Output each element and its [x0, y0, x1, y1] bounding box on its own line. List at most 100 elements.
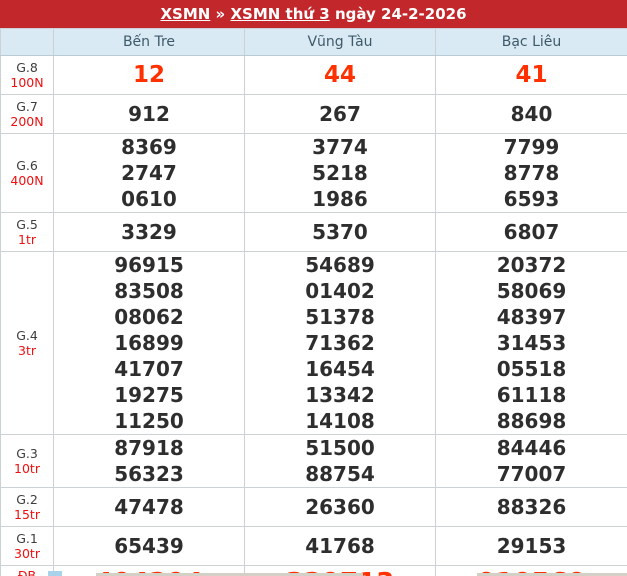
prize-row: G.7 200N 912 267 840 — [0, 94, 627, 134]
result-number: 88698 — [496, 409, 567, 433]
result-number: 6807 — [503, 220, 560, 244]
result-number: 0610 — [121, 187, 177, 211]
prize-row: G.4 3tr 96915 83508 08062 16899 41707 19275 1125… — [0, 251, 627, 435]
prize-row: G.3 10tr 87918 56323 51500 88754 84446 77007 — [0, 434, 627, 488]
result-cell: 7799 8778 6593 — [435, 133, 627, 213]
result-number: 6593 — [503, 187, 560, 211]
prize-amount: 1tr — [18, 232, 36, 247]
result-number: 16454 — [305, 357, 375, 381]
result-cell: 29153 — [435, 526, 627, 566]
result-number: 88326 — [496, 495, 567, 519]
result-number: 01402 — [305, 279, 375, 303]
result-number: 54689 — [305, 253, 375, 277]
xsmn-weekday-link[interactable]: XSMN thứ 3 — [230, 5, 329, 23]
result-number: 61118 — [496, 383, 567, 407]
prize-label-cell: G.1 30tr — [0, 526, 54, 566]
result-number: 912 — [128, 102, 170, 126]
results-table: Bến Tre Vũng Tàu Bạc Liêu G.8 100N 12 44 41 G… — [0, 28, 627, 576]
result-number: 12 — [132, 62, 165, 88]
result-number: 56323 — [114, 462, 184, 486]
title-separator: » — [210, 5, 231, 23]
result-cell: 912 — [53, 94, 245, 134]
column-header-bac-lieu: Bạc Liêu — [435, 28, 627, 56]
result-cell: 267 — [244, 94, 436, 134]
prize-amount: 15tr — [14, 507, 40, 522]
column-header-ben-tre: Bến Tre — [53, 28, 245, 56]
result-number: 41707 — [114, 357, 184, 381]
xsmn-link[interactable]: XSMN — [160, 5, 210, 23]
result-cell: 26360 — [244, 487, 436, 527]
prize-row: G.6 400N 8369 2747 0610 3774 5218 1986 7799 8778 6… — [0, 133, 627, 213]
prize-label-cell: G.4 3tr — [0, 251, 54, 435]
result-cell: 84446 77007 — [435, 434, 627, 488]
result-number: 267 — [319, 102, 361, 126]
result-number: 48397 — [496, 305, 567, 329]
column-header-row: Bến Tre Vũng Tàu Bạc Liêu — [0, 28, 627, 56]
result-number: 7799 — [503, 135, 560, 159]
result-number: 16899 — [114, 331, 184, 355]
result-number: 84446 — [496, 436, 567, 460]
result-number: 8778 — [503, 161, 560, 185]
result-number: 47478 — [114, 495, 184, 519]
result-cell: 12 — [53, 55, 245, 95]
clipped-bottom-element-blue — [48, 571, 62, 576]
result-number: 840 — [510, 102, 553, 126]
prize-name: G.2 — [16, 492, 38, 507]
result-cell: 840 — [435, 94, 627, 134]
result-number: 51378 — [305, 305, 375, 329]
result-number: 14108 — [305, 409, 375, 433]
result-number: 31453 — [496, 331, 567, 355]
result-number: 3329 — [121, 220, 177, 244]
prize-name: G.4 — [16, 328, 38, 343]
prize-label-cell: ĐB2 tỷ — [0, 565, 54, 576]
prize-row: G.2 15tr 47478 26360 88326 — [0, 487, 627, 527]
result-cell: 5370 — [244, 212, 436, 252]
result-cell: 41 — [435, 55, 627, 95]
result-number: 08062 — [114, 305, 184, 329]
result-number: 65439 — [114, 534, 184, 558]
result-number: 1986 — [312, 187, 368, 211]
prize-label-cell: G.8 100N — [0, 55, 54, 95]
prize-name: G.8 — [16, 60, 38, 75]
result-cell: 3774 5218 1986 — [244, 133, 436, 213]
prize-label-cell: G.7 200N — [0, 94, 54, 134]
title-date: ngày 24-2-2026 — [329, 5, 467, 23]
result-cell: 41768 — [244, 526, 436, 566]
result-number: 11250 — [114, 409, 184, 433]
result-cell: 47478 — [53, 487, 245, 527]
title-bar: XSMN » XSMN thứ 3 ngày 24-2-2026 — [0, 0, 627, 28]
result-number: 88754 — [305, 462, 375, 486]
result-number: 20372 — [496, 253, 567, 277]
results-body: G.8 100N 12 44 41 G.7 200N 912 267 840 G.6 400N 8369… — [0, 55, 627, 576]
result-cell: 88326 — [435, 487, 627, 527]
result-number: 5218 — [312, 161, 368, 185]
prize-row: G.1 30tr 65439 41768 29153 — [0, 526, 627, 566]
result-number: 44 — [323, 62, 356, 88]
result-cell: 20372 58069 48397 31453 05518 61118 88698 — [435, 251, 627, 435]
result-cell: 96915 83508 08062 16899 41707 19275 11250 — [53, 251, 245, 435]
result-number: 87918 — [114, 436, 184, 460]
result-number: 77007 — [496, 462, 567, 486]
result-number: 41768 — [305, 534, 375, 558]
lottery-results-page: XSMN » XSMN thứ 3 ngày 24-2-2026 Bến Tre… — [0, 0, 627, 576]
prize-amount: 10tr — [14, 461, 40, 476]
result-number: 58069 — [496, 279, 567, 303]
prize-name: ĐB — [17, 568, 37, 576]
result-number: 71362 — [305, 331, 375, 355]
prize-name: G.3 — [16, 446, 38, 461]
prize-row: G.5 1tr 3329 5370 6807 — [0, 212, 627, 252]
result-cell: 51500 88754 — [244, 434, 436, 488]
result-cell: 65439 — [53, 526, 245, 566]
result-cell: 54689 01402 51378 71362 16454 13342 14108 — [244, 251, 436, 435]
result-number: 8369 — [121, 135, 177, 159]
result-cell: 87918 56323 — [53, 434, 245, 488]
result-cell: 8369 2747 0610 — [53, 133, 245, 213]
result-number: 26360 — [305, 495, 375, 519]
result-number: 5370 — [312, 220, 368, 244]
prize-label-cell: G.2 15tr — [0, 487, 54, 527]
result-number: 2747 — [121, 161, 177, 185]
prize-row: G.8 100N 12 44 41 — [0, 55, 627, 95]
result-number: 05518 — [496, 357, 567, 381]
result-cell: 3329 — [53, 212, 245, 252]
result-number: 96915 — [114, 253, 184, 277]
